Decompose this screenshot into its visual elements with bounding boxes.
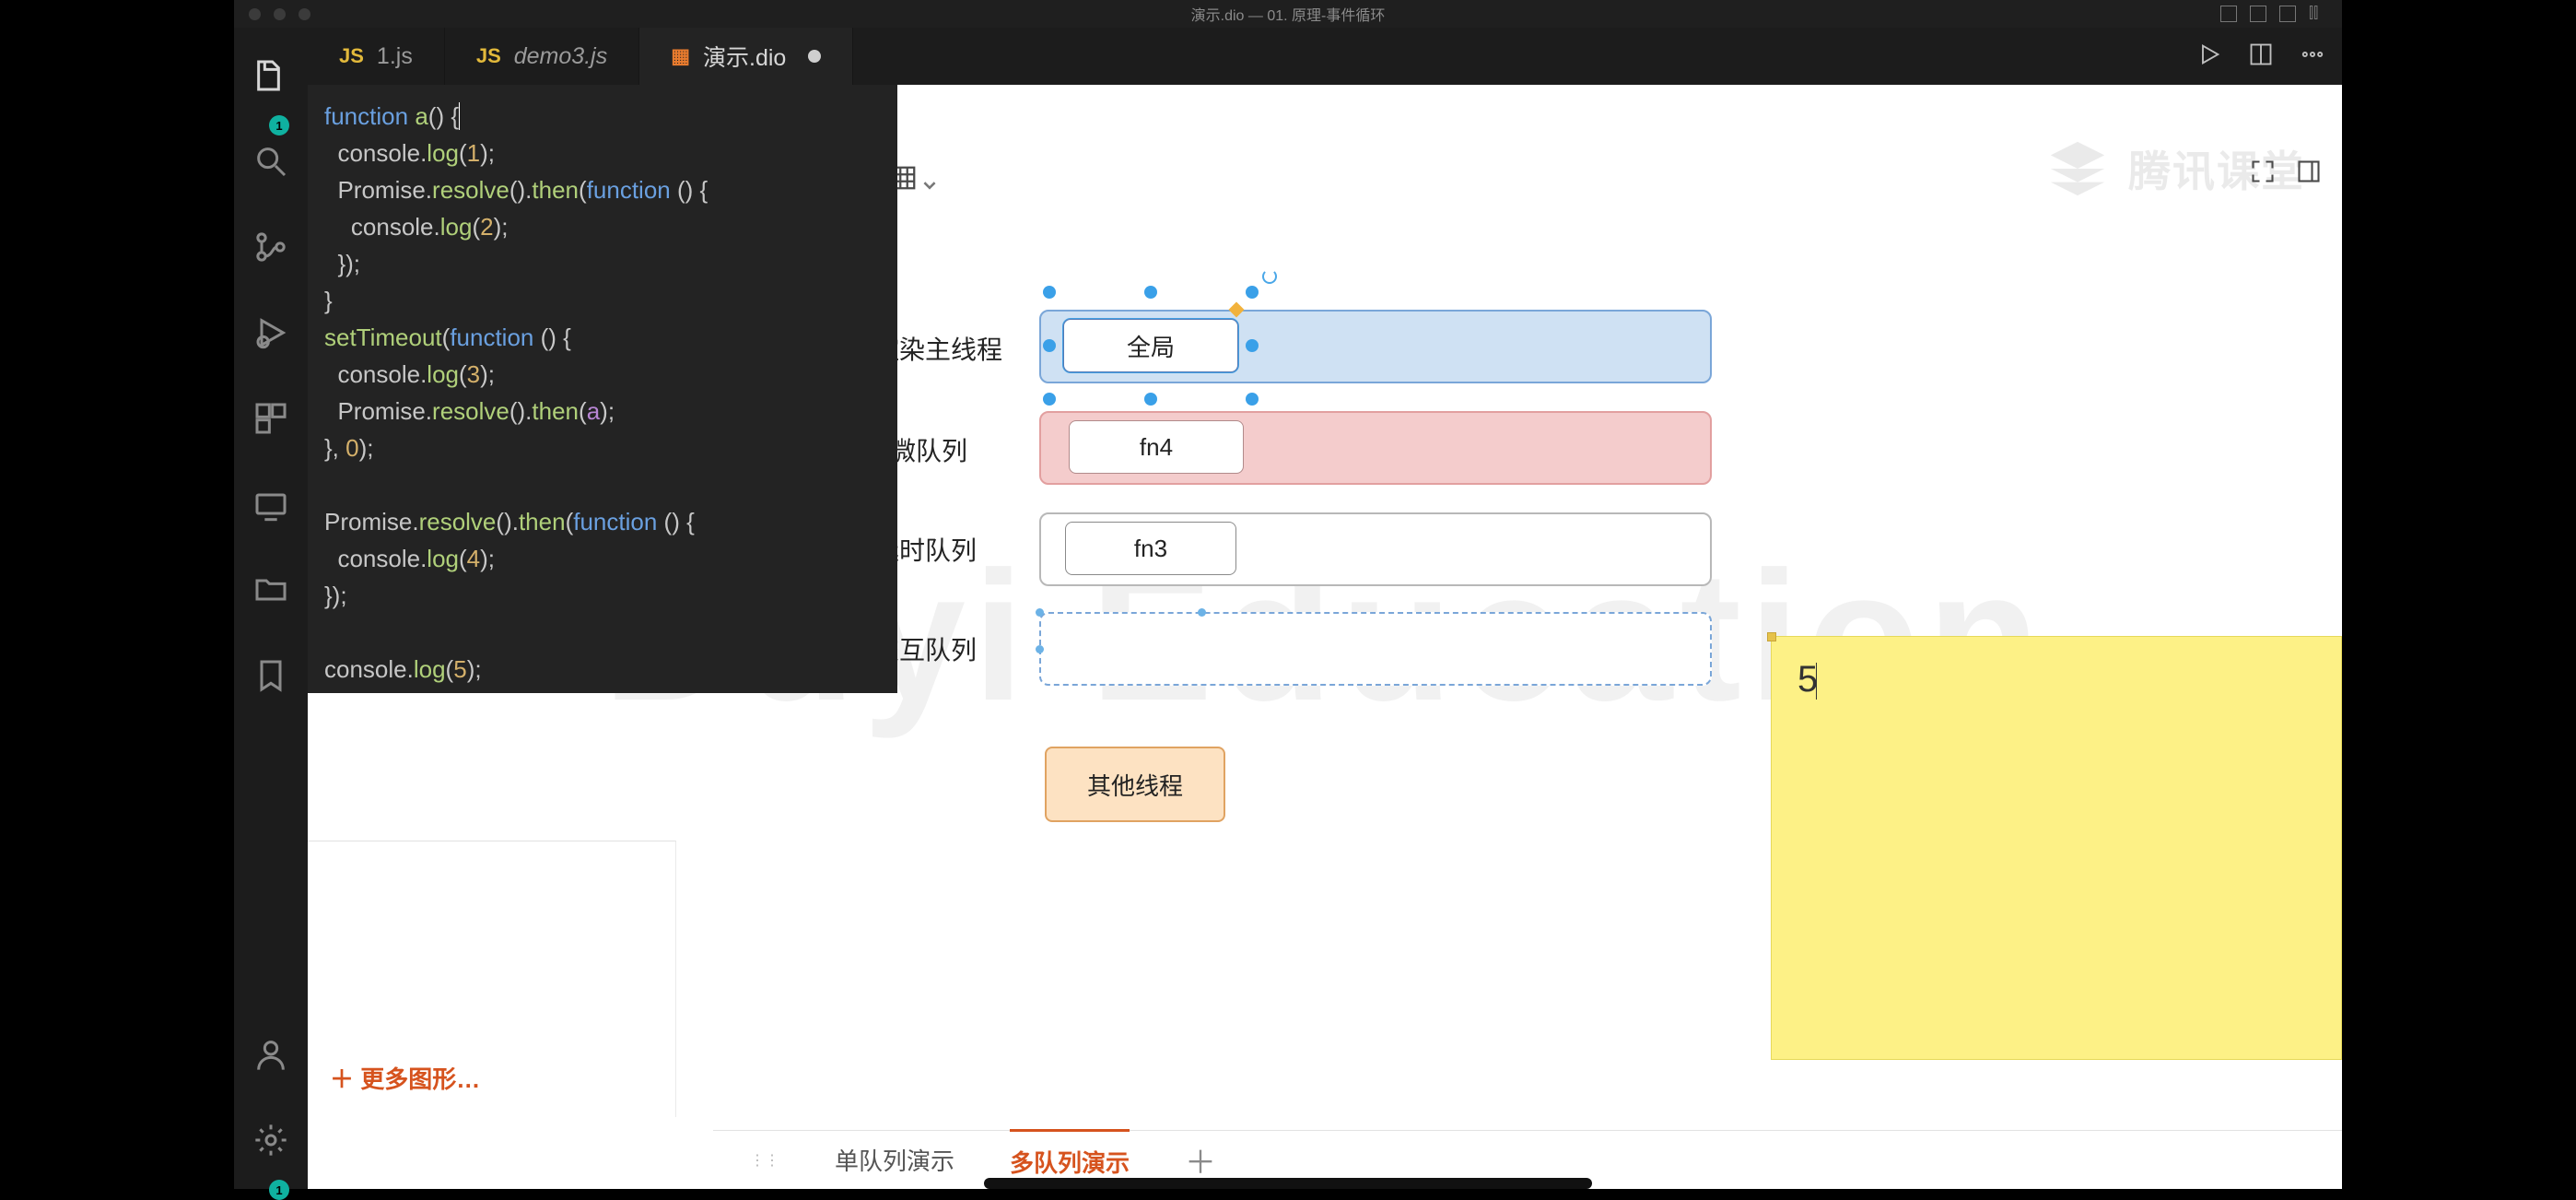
layout-icon[interactable] (2220, 6, 2237, 22)
window-title: 演示.dio — 01. 原理-事件循环 (1191, 3, 1386, 25)
min-dot[interactable] (274, 8, 286, 20)
resize-handle[interactable] (1036, 645, 1044, 653)
page-tab-multi[interactable]: 多队列演示 (1010, 1129, 1130, 1179)
scrollbar-indicator[interactable] (984, 1178, 1592, 1189)
tab-dio[interactable]: ▦ 演示.dio (639, 28, 853, 85)
window-controls[interactable] (249, 8, 310, 20)
tab-bar: JS 1.js JS demo3.js ▦ 演示.dio (308, 28, 2342, 85)
resize-handle[interactable] (1144, 286, 1157, 299)
queue-interaction[interactable] (1039, 612, 1712, 686)
tab-label: 1.js (377, 43, 413, 70)
editor-actions (2196, 41, 2325, 72)
drawio-icon: ▦ (671, 44, 690, 68)
drag-handle-icon[interactable]: ⋮⋮ (750, 1151, 779, 1170)
resize-handle[interactable] (1036, 608, 1044, 617)
activity-bar: 1 1 (234, 28, 308, 1189)
split-editor-icon[interactable] (2248, 41, 2274, 72)
js-icon: JS (476, 44, 501, 68)
node-other-thread[interactable]: 其他线程 (1045, 747, 1225, 822)
sticky-note[interactable]: 5 (1771, 636, 2342, 1060)
add-page-icon[interactable]: ＋ (1185, 1137, 1216, 1182)
folder-icon[interactable] (252, 571, 289, 613)
code-overlay: function a() { console.log(1); Promise.r… (308, 85, 897, 693)
resize-handle[interactable] (1246, 393, 1259, 406)
run-icon[interactable] (2196, 41, 2222, 72)
label-micro: 微队列 (890, 431, 967, 468)
note-text: 5 (1797, 659, 1818, 700)
more-icon[interactable] (2300, 41, 2325, 72)
shapes-panel[interactable]: ＋ 更多图形… (308, 841, 676, 1117)
drawio-canvas[interactable]: Duyi Education 腾讯课堂 (308, 85, 2342, 1189)
node-global[interactable]: 全局 (1063, 319, 1238, 372)
account-icon[interactable] (252, 1036, 289, 1077)
tab-label: 演示.dio (703, 40, 786, 73)
close-dot[interactable] (249, 8, 261, 20)
resize-handle[interactable] (1246, 339, 1259, 352)
resize-handle[interactable] (1198, 608, 1206, 617)
text-cursor (1816, 663, 1817, 700)
resize-handle[interactable] (1767, 632, 1776, 641)
settings-gear-icon[interactable]: 1 (252, 1122, 289, 1163)
explorer-icon[interactable]: 1 (252, 57, 289, 99)
title-bar: 演示.dio — 01. 原理-事件循环 ⫿⫿ (234, 0, 2342, 28)
format-panel-icon[interactable] (2296, 159, 2322, 189)
tab-demo3[interactable]: JS demo3.js (445, 28, 639, 85)
tab-label: demo3.js (514, 43, 607, 70)
drawio-toolbar-right (2250, 159, 2322, 189)
layout-icon[interactable]: ⫿⫿ (2309, 6, 2325, 22)
resize-handle[interactable] (1043, 286, 1056, 299)
modified-dot-icon (808, 50, 821, 63)
resize-handle[interactable] (1043, 339, 1056, 352)
rotate-handle-icon[interactable] (1262, 269, 1277, 284)
layout-icon[interactable] (2250, 6, 2266, 22)
more-shapes-link[interactable]: ＋ 更多图形… (330, 1061, 480, 1095)
resize-handle[interactable] (1043, 393, 1056, 406)
node-fn4[interactable]: fn4 (1069, 420, 1244, 474)
resize-handle[interactable] (1246, 286, 1259, 299)
js-icon: JS (339, 44, 364, 68)
node-fn3[interactable]: fn3 (1065, 522, 1236, 575)
settings-badge: 1 (269, 1180, 289, 1200)
explorer-badge: 1 (269, 115, 289, 135)
bookmark-icon[interactable] (252, 657, 289, 699)
resize-handle[interactable] (1144, 393, 1157, 406)
extensions-icon[interactable] (252, 400, 289, 441)
source-control-icon[interactable] (252, 229, 289, 270)
layout-icon[interactable] (2279, 6, 2296, 22)
max-dot[interactable] (299, 8, 310, 20)
remote-icon[interactable] (252, 486, 289, 527)
search-icon[interactable] (252, 143, 289, 184)
page-tab-single[interactable]: 单队列演示 (835, 1143, 954, 1177)
code-content: function a() { console.log(1); Promise.r… (324, 98, 881, 688)
fullscreen-icon[interactable] (2250, 159, 2276, 189)
tab-1js[interactable]: JS 1.js (308, 28, 445, 85)
window-layout-icons[interactable]: ⫿⫿ (2220, 6, 2325, 22)
editor-area: 1 1 JS 1.js JS dem (234, 28, 2342, 1189)
debug-icon[interactable] (252, 314, 289, 356)
